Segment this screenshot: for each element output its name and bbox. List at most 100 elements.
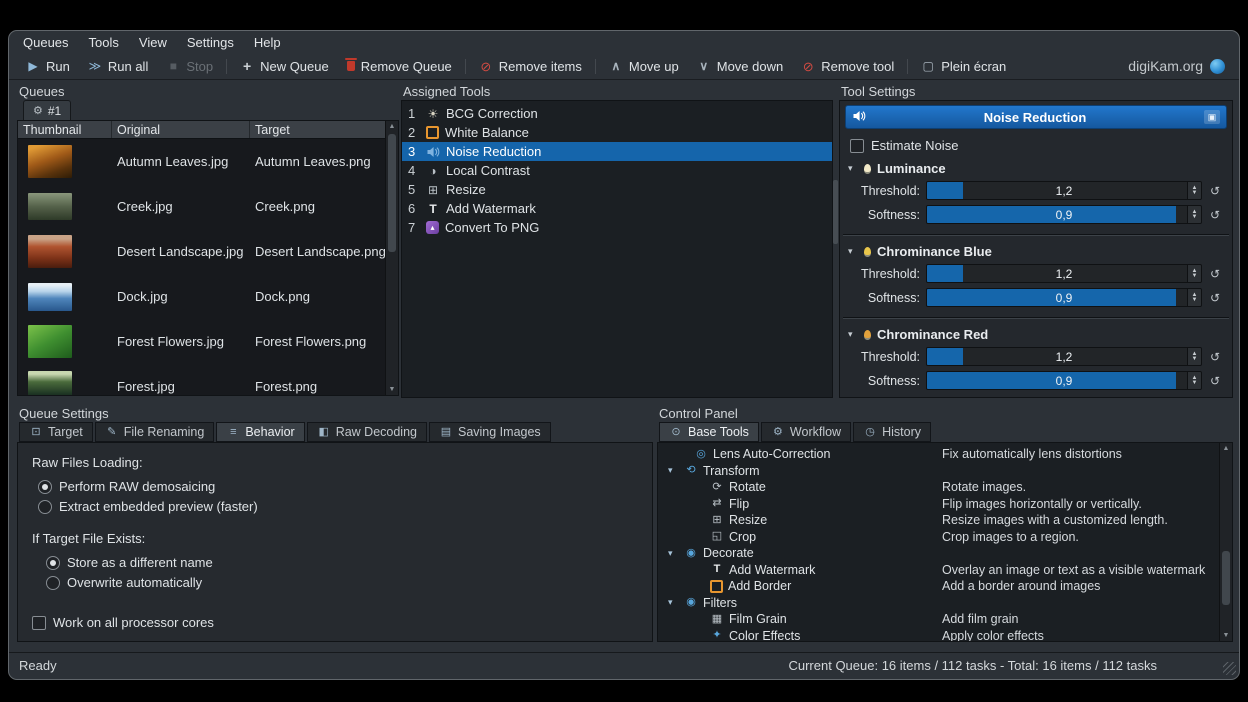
assigned-tool-local-contrast[interactable]: 4◑Local Contrast [402, 161, 832, 180]
queue-item-row[interactable]: Desert Landscape.jpgDesert Landscape.png [18, 229, 398, 274]
expander-icon[interactable]: ▾ [668, 548, 679, 559]
queue-item-row[interactable]: Autumn Leaves.jpgAutumn Leaves.png [18, 139, 398, 184]
splitter-handle[interactable] [833, 180, 838, 244]
radio-overwrite-automatically[interactable]: Overwrite automatically [46, 574, 638, 591]
detach-icon[interactable]: ▣ [1204, 110, 1220, 124]
toolbar-button-remove-queue[interactable]: Remove Queue [338, 54, 461, 78]
assigned-tool-bcg-correction[interactable]: 1☀BCG Correction [402, 104, 832, 123]
scroll-up-icon[interactable]: ▲ [1220, 445, 1232, 452]
toolbar-button-move-down[interactable]: ∨Move down [688, 54, 792, 78]
toolbar-button-new-queue[interactable]: +New Queue [231, 54, 338, 78]
toolbar-button-run-all[interactable]: ≫Run all [79, 54, 157, 78]
work-all-cores-label: Work on all processor cores [53, 615, 214, 630]
queues-scrollbar[interactable]: ▲ ▼ [385, 121, 398, 395]
radio-perform-raw-demosaicing[interactable]: Perform RAW demosaicing [38, 478, 638, 495]
tree-item-rotate[interactable]: ⟳RotateRotate images. [660, 479, 1220, 496]
tree-item-decorate[interactable]: ▾◉Decorate [660, 545, 1220, 562]
tree-item-lens-auto-correction[interactable]: ◎Lens Auto-CorrectionFix automatically l… [660, 446, 1220, 463]
queue-item-row[interactable]: Creek.jpgCreek.png [18, 184, 398, 229]
queue-item-row[interactable]: Forest.jpgForest.png [18, 364, 398, 396]
tree-item-filters[interactable]: ▾◉Filters [660, 595, 1220, 612]
tab-target[interactable]: ⊡Target [19, 422, 93, 442]
expander-icon[interactable]: ▾ [668, 465, 679, 476]
tree-item-film-grain[interactable]: ▦Film GrainAdd film grain [660, 611, 1220, 628]
queue-item-row[interactable]: Forest Flowers.jpgForest Flowers.png [18, 319, 398, 364]
queue-tab-1[interactable]: ⚙ #1 [23, 100, 71, 120]
menu-item-tools[interactable]: Tools [83, 33, 125, 52]
spin-buttons[interactable]: ▲▼ [1187, 372, 1201, 389]
tree-item-crop[interactable]: ◱CropCrop images to a region. [660, 529, 1220, 546]
scroll-down-icon[interactable]: ▼ [1220, 632, 1232, 639]
toolbar-button-run[interactable]: ▶Run [17, 54, 79, 78]
toolbar-button-move-up[interactable]: ∧Move up [600, 54, 688, 78]
spin-buttons[interactable]: ▲▼ [1187, 182, 1201, 199]
section-header-chrominance-blue[interactable]: ▾Chrominance Blue [848, 244, 1224, 259]
tree-item-name-cell: ▦Film Grain [660, 612, 942, 626]
slider-spinbox[interactable]: 0,9▲▼ [926, 205, 1202, 224]
section-header-luminance[interactable]: ▾Luminance [848, 161, 1224, 176]
column-header-original[interactable]: Original [112, 121, 250, 138]
assigned-tool-add-watermark[interactable]: 6TAdd Watermark [402, 199, 832, 218]
radio-extract-embedded-preview-faster[interactable]: Extract embedded preview (faster) [38, 498, 638, 515]
reset-icon[interactable]: ↺ [1208, 291, 1222, 305]
reset-icon[interactable]: ↺ [1208, 374, 1222, 388]
tree-item-transform[interactable]: ▾⟲Transform [660, 463, 1220, 480]
assigned-tool-convert-to-png[interactable]: 7▴Convert To PNG [402, 218, 832, 237]
assigned-tool-resize[interactable]: 5⊞Resize [402, 180, 832, 199]
watermark-icon: T [710, 564, 724, 575]
scroll-up-icon[interactable]: ▲ [386, 123, 398, 130]
slider-spinbox[interactable]: 0,9▲▼ [926, 371, 1202, 390]
scroll-down-icon[interactable]: ▼ [386, 386, 398, 393]
toolbar-button-remove-tool[interactable]: ⊘Remove tool [792, 54, 903, 78]
toolbar-button-remove-items[interactable]: ⊘Remove items [470, 54, 591, 78]
reset-icon[interactable]: ↺ [1208, 208, 1222, 222]
work-all-cores-checkbox[interactable]: Work on all processor cores [32, 615, 638, 630]
tree-item-color-effects[interactable]: ✦Color EffectsApply color effects [660, 628, 1220, 643]
tab-history[interactable]: ◷History [853, 422, 931, 442]
column-header-thumbnail[interactable]: Thumbnail [18, 121, 112, 138]
tree-item-add-border[interactable]: Add BorderAdd a border around images [660, 578, 1220, 595]
spin-buttons[interactable]: ▲▼ [1187, 348, 1201, 365]
slider-spinbox[interactable]: 1,2▲▼ [926, 181, 1202, 200]
spin-buttons[interactable]: ▲▼ [1187, 265, 1201, 282]
spin-buttons[interactable]: ▲▼ [1187, 206, 1201, 223]
section-header-chrominance-red[interactable]: ▾Chrominance Red [848, 327, 1224, 342]
assigned-tool-noise-reduction[interactable]: 3Noise Reduction [402, 142, 832, 161]
scroll-handle[interactable] [388, 134, 396, 252]
slider-spinbox[interactable]: 1,2▲▼ [926, 264, 1202, 283]
thumbnail-image [28, 145, 72, 178]
queue-item-row[interactable]: Dock.jpgDock.png [18, 274, 398, 319]
resize-grip[interactable] [1223, 662, 1236, 675]
radio-icon [38, 500, 52, 514]
menu-item-view[interactable]: View [133, 33, 173, 52]
tree-item-flip[interactable]: ⇄FlipFlip images horizontally or vertica… [660, 496, 1220, 513]
toolbar-button-stop[interactable]: ■Stop [157, 54, 222, 78]
slider-spinbox[interactable]: 0,9▲▼ [926, 288, 1202, 307]
target-filename: Creek.png [250, 199, 386, 214]
column-header-target[interactable]: Target [250, 121, 386, 138]
scroll-handle[interactable] [1222, 551, 1230, 605]
tab-behavior[interactable]: ≡Behavior [216, 422, 304, 442]
assigned-tool-white-balance[interactable]: 2White Balance [402, 123, 832, 142]
reset-icon[interactable]: ↺ [1208, 184, 1222, 198]
expander-icon[interactable]: ▾ [668, 597, 679, 608]
menu-item-help[interactable]: Help [248, 33, 287, 52]
tab-workflow[interactable]: ⚙Workflow [761, 422, 851, 442]
radio-store-as-a-different-name[interactable]: Store as a different name [46, 554, 638, 571]
speaker-icon [426, 146, 440, 158]
toolbar-button-plein-cran[interactable]: ▢Plein écran [912, 54, 1015, 78]
tab-file-renaming[interactable]: ✎File Renaming [95, 422, 215, 442]
control-panel-scrollbar[interactable]: ▲ ▼ [1219, 443, 1232, 641]
tab-base-tools[interactable]: ⊙Base Tools [659, 422, 759, 442]
spin-buttons[interactable]: ▲▼ [1187, 289, 1201, 306]
tree-item-add-watermark[interactable]: TAdd WatermarkOverlay an image or text a… [660, 562, 1220, 579]
slider-spinbox[interactable]: 1,2▲▼ [926, 347, 1202, 366]
tab-saving-images[interactable]: ▤Saving Images [429, 422, 551, 442]
reset-icon[interactable]: ↺ [1208, 267, 1222, 281]
estimate-noise-checkbox[interactable]: Estimate Noise [850, 138, 1222, 153]
menu-item-settings[interactable]: Settings [181, 33, 240, 52]
menu-item-queues[interactable]: Queues [17, 33, 75, 52]
tab-raw-decoding[interactable]: ◧Raw Decoding [307, 422, 427, 442]
tree-item-resize[interactable]: ⊞ResizeResize images with a customized l… [660, 512, 1220, 529]
reset-icon[interactable]: ↺ [1208, 350, 1222, 364]
